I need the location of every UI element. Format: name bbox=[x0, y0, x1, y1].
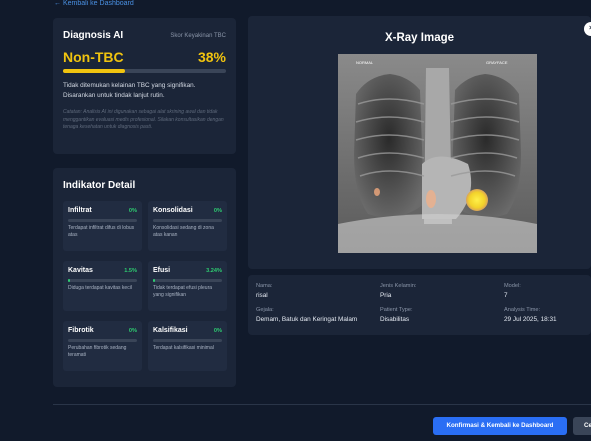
indicator-description: Tidak terdapat efusi pleura yang signifi… bbox=[153, 285, 213, 298]
field-value: 29 Jul 2025, 18:31 bbox=[504, 316, 557, 323]
patient-name: Nama: risal bbox=[256, 283, 380, 299]
analysis-time: Analysis Time: 29 Jul 2025, 18:31 bbox=[504, 307, 584, 323]
indicator-percent: 1.5% bbox=[124, 267, 137, 274]
confirm-back-button[interactable]: Konfirmasi & Kembali ke Dashboard bbox=[433, 417, 567, 435]
patient-gender: Jenis Kelamin: Pria bbox=[380, 283, 504, 299]
diagnosis-header: Diagnosis AI Skor Keyakinan TBC bbox=[63, 30, 226, 41]
field-value: risal bbox=[256, 292, 268, 299]
indicator-bar-fill bbox=[153, 279, 156, 282]
indicator-percent: 3.24% bbox=[206, 267, 222, 274]
indicator-percent: 0% bbox=[213, 327, 222, 334]
indicator-description: Terdapat kalsifikasi minimal bbox=[153, 345, 214, 351]
heatmap-spot-small bbox=[374, 188, 380, 196]
xray-image[interactable]: NORMAL GRAYFACE bbox=[338, 54, 537, 253]
indicator-kavitas: Kavitas 1.5% Diduga terdapat kavitas keci… bbox=[63, 261, 142, 311]
field-value: Pria bbox=[380, 292, 392, 299]
analysis-model: Model: 7 bbox=[504, 283, 584, 299]
indicator-name: Fibrotik bbox=[68, 327, 94, 334]
indicator-bar bbox=[68, 219, 137, 222]
indicator-konsolidasi: Konsolidasi 0% Konsolidasi sedang di zona… bbox=[148, 201, 227, 251]
indicator-title: Indikator Detail bbox=[63, 180, 136, 191]
indicator-bar bbox=[153, 219, 222, 222]
patient-info-card: Nama: risal Jenis Kelamin: Pria Model: 7 Ge… bbox=[248, 275, 591, 335]
indicator-fibrotik: Fibrotik 0% Perubahan fibrotik sedang ter… bbox=[63, 321, 142, 371]
indicator-bar bbox=[153, 339, 222, 342]
heatmap-spot-left bbox=[426, 190, 436, 208]
xray-card: X-Ray Image NORMAL GRAYFACE bbox=[248, 16, 591, 269]
indicator-percent: 0% bbox=[128, 207, 137, 214]
field-value: Demam, Batuk dan Keringat Malam bbox=[256, 316, 358, 323]
diagnosis-title: Diagnosis AI bbox=[63, 30, 124, 41]
indicator-bar bbox=[68, 339, 137, 342]
indicator-percent: 0% bbox=[128, 327, 137, 334]
footer-divider bbox=[53, 404, 591, 405]
heatmap-spot-right bbox=[466, 189, 488, 211]
xray-title: X-Ray Image bbox=[384, 32, 455, 44]
field-label: Patient Type: bbox=[380, 307, 413, 313]
film-mark-right: GRAYFACE bbox=[486, 60, 508, 65]
indicator-infiltrat: Infiltrat 0% Terdapat infiltrat difus di … bbox=[63, 201, 142, 251]
indicator-name: Efusi bbox=[153, 267, 171, 274]
confidence-label: Skor Keyakinan TBC bbox=[170, 32, 226, 39]
secondary-action-button[interactable]: Ce bbox=[573, 417, 591, 435]
indicator-bar-fill bbox=[68, 279, 70, 282]
diagnosis-result-row: Non-TBC 38% bbox=[63, 49, 226, 65]
indicator-description: Konsolidasi sedang di zona atas kanan bbox=[153, 225, 214, 238]
field-value: 7 bbox=[504, 292, 508, 299]
field-label: Analysis Time: bbox=[504, 307, 541, 313]
indicator-card: Indikator Detail Infiltrat 0% Terdapat in… bbox=[53, 168, 236, 387]
diagnosis-result: Non-TBC bbox=[63, 49, 124, 65]
indicator-grid: Infiltrat 0% Terdapat infiltrat difus di … bbox=[63, 201, 227, 371]
film-mark-left: NORMAL bbox=[356, 60, 374, 65]
indicator-description: Terdapat infiltrat difus di lobus atas bbox=[68, 225, 135, 238]
confidence-bar bbox=[63, 69, 226, 73]
indicator-efusi: Efusi 3.24% Tidak terdapat efusi pleura y… bbox=[148, 261, 227, 311]
indicator-name: Konsolidasi bbox=[153, 207, 193, 214]
patient-info-grid: Nama: risal Jenis Kelamin: Pria Model: 7 Ge… bbox=[256, 283, 583, 323]
indicator-name: Kalsifikasi bbox=[153, 327, 188, 334]
chest-xray-illustration: NORMAL GRAYFACE bbox=[338, 54, 537, 253]
close-icon[interactable]: × bbox=[584, 22, 591, 36]
indicator-description: Perubahan fibrotik sedang teramati bbox=[68, 345, 127, 358]
field-label: Gejala: bbox=[256, 307, 274, 313]
field-label: Jenis Kelamin: bbox=[380, 283, 417, 289]
indicator-kalsifikasi: Kalsifikasi 0% Terdapat kalsifikasi minim… bbox=[148, 321, 227, 371]
confidence-bar-fill bbox=[63, 69, 125, 73]
confidence-percent: 38% bbox=[197, 49, 226, 65]
back-to-dashboard-link[interactable]: ← Kembali ke Dashboard bbox=[54, 0, 134, 7]
diagnosis-card: Diagnosis AI Skor Keyakinan TBC Non-TBC … bbox=[53, 18, 236, 154]
field-label: Model: bbox=[504, 283, 521, 289]
indicator-description: Diduga terdapat kavitas kecil bbox=[68, 285, 132, 291]
patient-symptoms: Gejala: Demam, Batuk dan Keringat Malam bbox=[256, 307, 380, 323]
field-label: Nama: bbox=[256, 283, 273, 289]
indicator-name: Infiltrat bbox=[68, 207, 92, 214]
field-value: Disabilitas bbox=[380, 316, 410, 323]
indicator-bar bbox=[68, 279, 137, 282]
indicator-name: Kavitas bbox=[68, 267, 93, 274]
diagnosis-description: Tidak ditemukan kelainan TBC yang signif… bbox=[63, 82, 196, 99]
indicator-percent: 0% bbox=[213, 207, 222, 214]
patient-type: Patient Type: Disabilitas bbox=[380, 307, 504, 323]
indicator-bar bbox=[153, 279, 222, 282]
diagnosis-disclaimer: Catatan: Analisis AI ini digunakan sebag… bbox=[63, 109, 224, 131]
